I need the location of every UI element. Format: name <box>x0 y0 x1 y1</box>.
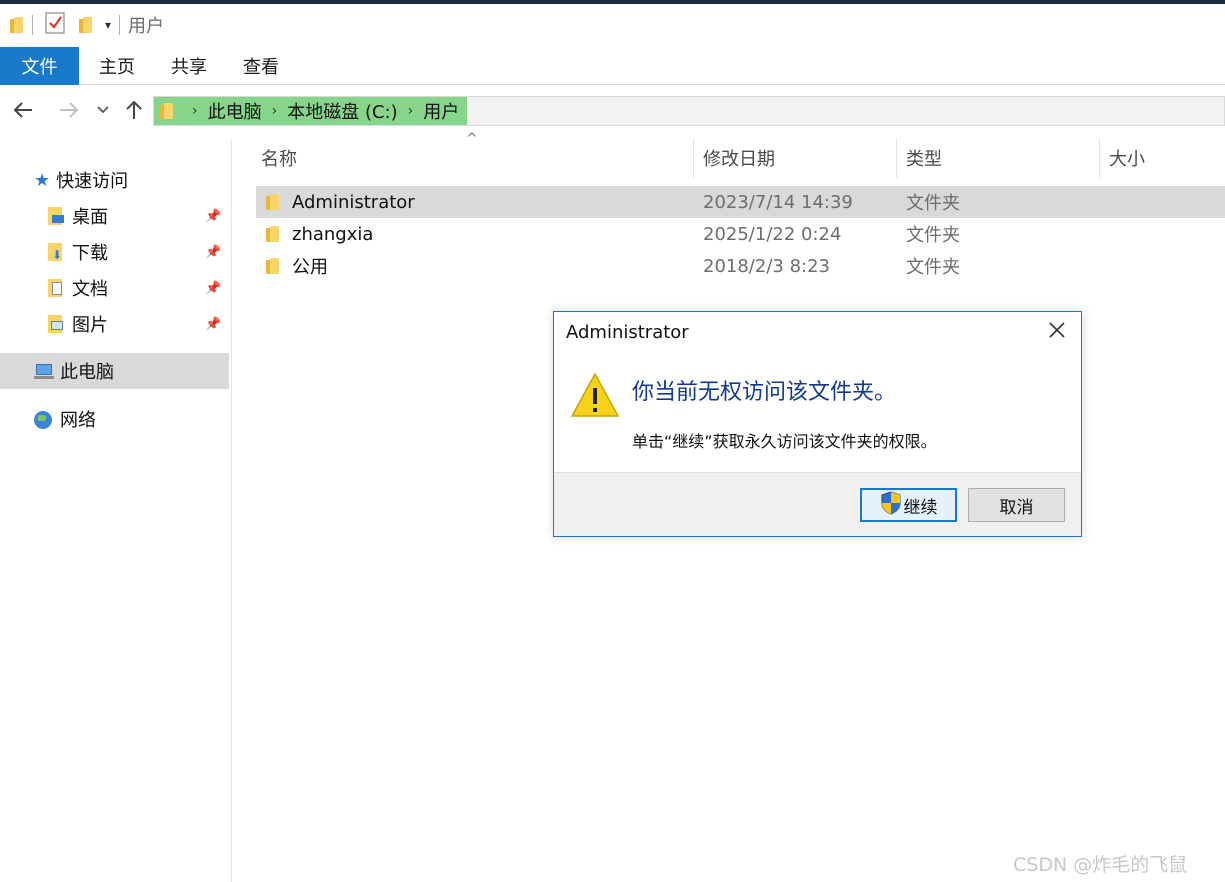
column-divider[interactable] <box>1099 138 1100 178</box>
continue-button-label: 继续 <box>903 497 938 518</box>
dialog-message: 单击“继续”获取永久访问该文件夹的权限。 <box>632 432 937 451</box>
back-arrow-icon[interactable] <box>8 95 38 125</box>
toolbar-divider <box>119 15 121 35</box>
pin-icon[interactable]: 📌 <box>205 209 221 224</box>
sort-ascending-icon: ^ <box>466 131 478 147</box>
file-row-public[interactable]: 公用 2018/2/3 8:23 文件夹 <box>256 250 1225 282</box>
customize-toolbar-dropdown-icon[interactable]: ▾ <box>105 18 111 32</box>
column-header-modified[interactable]: 修改日期 <box>703 140 775 176</box>
file-modified-date: 2023/7/14 14:39 <box>703 191 853 213</box>
folder-icon <box>266 258 280 274</box>
sidebar-item-this-pc[interactable]: 此电脑 <box>0 353 229 389</box>
column-header-type[interactable]: 类型 <box>906 140 942 176</box>
breadcrumb-users[interactable]: 用户 <box>421 98 461 124</box>
sidebar-item-label: 文档 <box>72 279 108 300</box>
navigation-bar: › 此电脑 › 本地磁盘 (C:) › 用户 <box>0 92 1225 128</box>
computer-icon <box>34 362 54 380</box>
sidebar-item-documents[interactable]: 文档 📌 <box>0 270 230 306</box>
star-icon: ★ <box>34 169 51 191</box>
sidebar-item-downloads[interactable]: ⬇ 下载 📌 <box>0 234 230 270</box>
folder-icon <box>266 226 280 242</box>
window-title: 用户 <box>128 16 165 37</box>
desktop-folder-icon <box>48 207 64 225</box>
file-type: 文件夹 <box>906 193 960 214</box>
close-icon[interactable] <box>1044 320 1070 345</box>
file-type: 文件夹 <box>906 225 960 246</box>
chevron-right-icon[interactable]: › <box>192 103 198 119</box>
forward-arrow-icon[interactable] <box>54 95 84 125</box>
file-modified-date: 2018/2/3 8:23 <box>703 255 830 277</box>
column-header-size[interactable]: 大小 <box>1109 140 1145 176</box>
sidebar-item-desktop[interactable]: 桌面 📌 <box>0 198 230 234</box>
pin-icon[interactable]: 📌 <box>205 245 221 260</box>
pin-icon[interactable]: 📌 <box>205 281 221 296</box>
quick-access-toolbar: ▾ 用户 <box>0 4 1225 46</box>
file-row-administrator[interactable]: Administrator 2023/7/14 14:39 文件夹 <box>256 186 1225 218</box>
cancel-button[interactable]: 取消 <box>968 488 1065 522</box>
column-divider[interactable] <box>693 138 694 178</box>
sidebar-item-label: 快速访问 <box>56 171 129 192</box>
sidebar-item-quick-access[interactable]: ★ 快速访问 <box>0 162 230 198</box>
tab-share[interactable]: 共享 <box>153 47 225 85</box>
file-name: Administrator <box>292 191 415 213</box>
network-icon <box>34 409 54 429</box>
breadcrumb-local-disk[interactable]: 本地磁盘 (C:) <box>285 98 399 124</box>
watermark: CSDN @炸毛的飞鼠 <box>1013 854 1188 876</box>
sidebar-item-pictures[interactable]: 图片 📌 <box>0 306 230 342</box>
up-arrow-icon[interactable] <box>119 95 149 125</box>
ribbon-tabs: 文件 主页 共享 查看 <box>0 47 1225 85</box>
folder-icon <box>10 17 24 33</box>
dialog-title: Administrator <box>566 322 689 343</box>
breadcrumb: › 此电脑 › 本地磁盘 (C:) › 用户 <box>154 97 468 125</box>
chevron-right-icon[interactable]: › <box>408 103 414 119</box>
sidebar-item-label: 图片 <box>72 315 108 336</box>
recent-locations-chevron-icon[interactable] <box>88 95 118 125</box>
uac-shield-icon <box>880 490 902 520</box>
properties-checkbox-icon[interactable] <box>45 12 65 38</box>
continue-button[interactable]: 继续 <box>860 488 957 522</box>
sidebar-item-label: 桌面 <box>72 207 108 228</box>
sidebar-item-label: 网络 <box>60 410 96 431</box>
navigation-pane: ★ 快速访问 桌面 📌 ⬇ 下载 📌 文档 📌 图片 📌 此电脑 网络 <box>0 140 232 882</box>
pin-icon[interactable]: 📌 <box>205 317 221 332</box>
tab-home[interactable]: 主页 <box>81 47 153 85</box>
new-folder-icon[interactable] <box>79 17 93 33</box>
dialog-heading: 你当前无权访问该文件夹。 <box>632 380 897 405</box>
sidebar-item-label: 此电脑 <box>60 362 114 383</box>
sidebar-item-network[interactable]: 网络 <box>0 401 230 437</box>
column-divider[interactable] <box>896 138 897 178</box>
tab-file[interactable]: 文件 <box>0 47 79 85</box>
dialog-button-bar: 继续 取消 <box>554 472 1081 536</box>
pictures-folder-icon <box>48 315 64 333</box>
tab-view[interactable]: 查看 <box>225 47 297 85</box>
folder-icon <box>160 103 174 119</box>
column-header-name[interactable]: 名称 <box>261 140 297 176</box>
sidebar-item-label: 下载 <box>72 243 108 264</box>
downloads-folder-icon: ⬇ <box>48 243 64 261</box>
toolbar-divider <box>32 15 33 35</box>
folder-icon <box>266 194 280 210</box>
file-name: 公用 <box>292 257 328 278</box>
file-type: 文件夹 <box>906 257 960 278</box>
file-row-zhangxia[interactable]: zhangxia 2025/1/22 0:24 文件夹 <box>256 218 1225 250</box>
address-bar[interactable]: › 此电脑 › 本地磁盘 (C:) › 用户 <box>153 96 1225 126</box>
access-permission-dialog: Administrator 你当前无权访问该文件夹。 单击“继续”获取永久访问该… <box>553 311 1082 537</box>
documents-folder-icon <box>48 279 64 297</box>
warning-icon <box>570 372 620 422</box>
breadcrumb-this-pc[interactable]: 此电脑 <box>206 98 264 124</box>
file-name: zhangxia <box>292 223 374 245</box>
chevron-right-icon[interactable]: › <box>272 103 278 119</box>
file-modified-date: 2025/1/22 0:24 <box>703 223 842 245</box>
